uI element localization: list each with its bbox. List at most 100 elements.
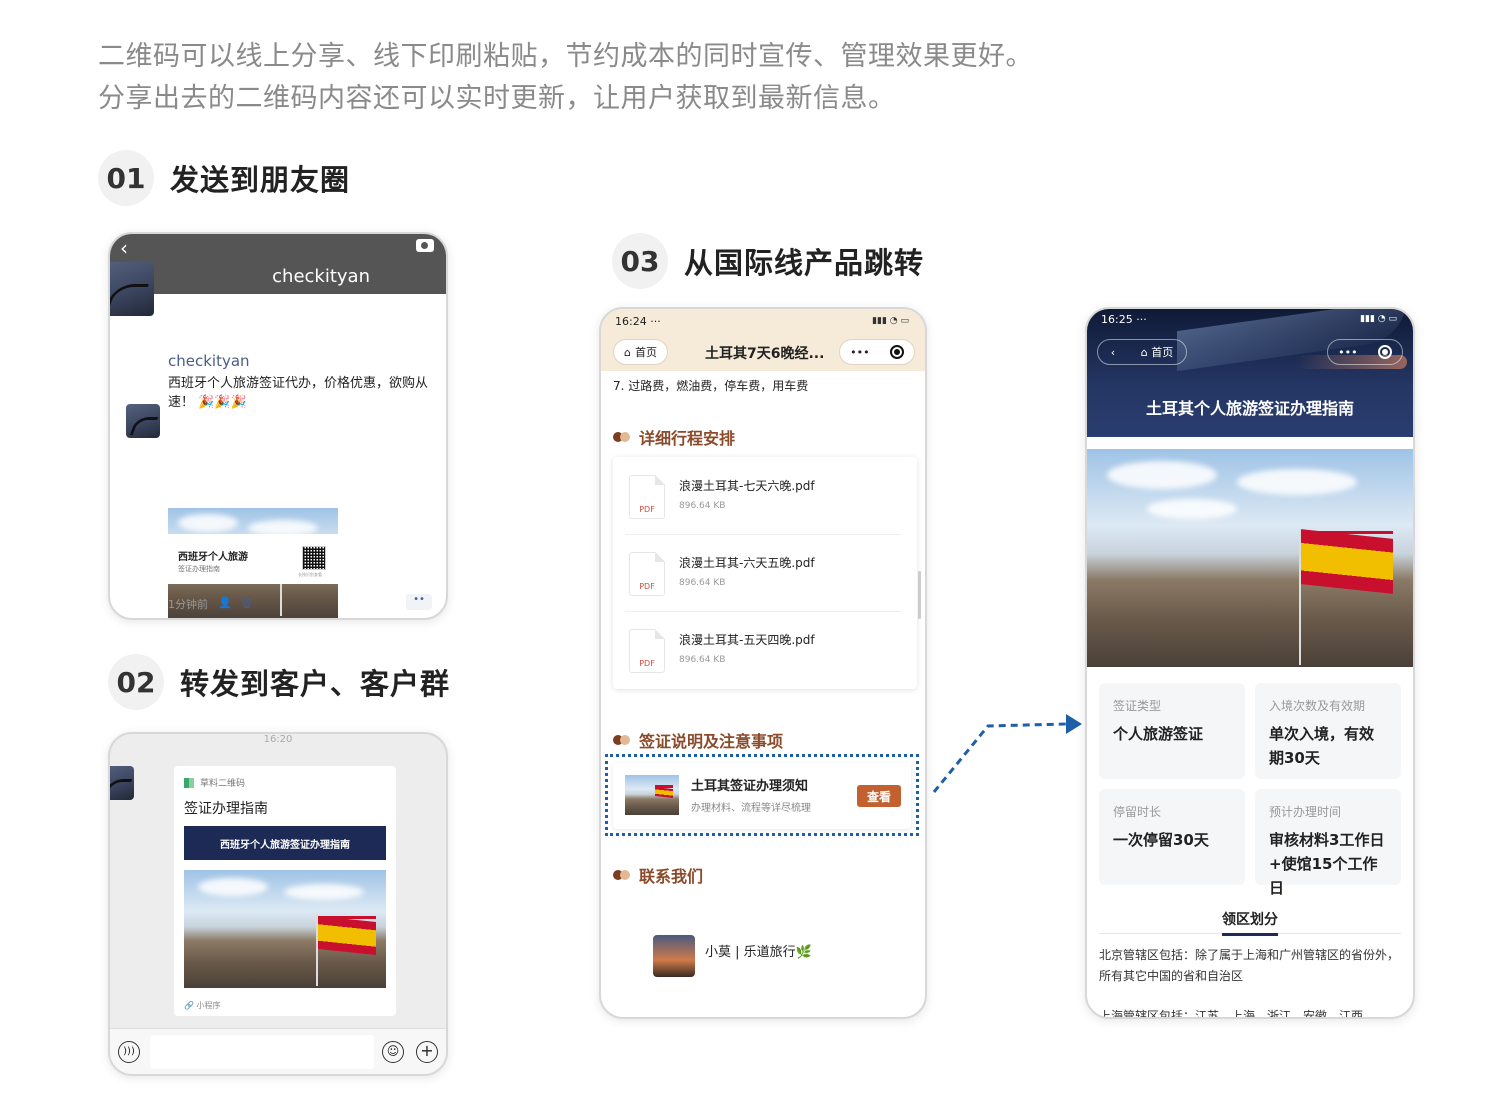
card-source-name: 草料二维码 [200,779,246,789]
pdf-icon: PDF [629,475,665,519]
dots-icon [613,432,631,442]
status-icons: ▮▮▮ ◔ ▭ [872,316,909,326]
card-banner: 西班牙个人旅游签证办理指南 [184,826,386,860]
home-button[interactable]: ⌂ 首页 [1141,344,1173,360]
dots-icon [613,735,631,745]
home-icon: ⌂ [624,345,631,359]
info-card-stay: 停留时长 一次停留30天 [1099,789,1245,885]
visa-heading-text: 签证说明及注意事项 [639,732,784,751]
view-button[interactable]: 查看 [857,785,901,807]
home-label: 首页 [1151,346,1174,359]
close-circle-icon[interactable] [889,345,904,359]
post-text: 西班牙个人旅游签证代办，价格优惠，欲购从速！ 🎉🎉🎉 [168,374,434,412]
card-subtitle: 签证办理指南 [178,565,220,573]
scrollbar[interactable] [918,571,921,619]
post-card: 西班牙个人旅游 签证办理指南 长按识别查看 [168,534,338,584]
visa-heading: 签证说明及注意事项 [613,728,783,752]
delete-icon[interactable]: 🗑 [240,596,254,609]
close-circle-icon[interactable] [1377,345,1392,359]
home-label: 首页 [634,346,657,359]
contact-avatar[interactable] [653,935,695,977]
card-title: 签证办理指南 [184,801,268,817]
section-03: 03 从国际线产品跳转 [612,233,924,289]
mini-program-card[interactable]: 草料二维码 签证办理指南 西班牙个人旅游签证办理指南 🔗 小程序 [174,766,396,1016]
section-number: 03 [612,233,668,289]
section-number: 01 [98,150,154,206]
file-size: 896.64 KB [679,578,726,588]
jurisdiction-text-2: 上海管辖区包括：江苏、上海、浙江、安徽、江西 [1099,1009,1364,1019]
chat-screen: 16:20 草料二维码 签证办理指南 西班牙个人旅游签证办理指南 🔗 小程序 )… [108,732,448,1076]
card-image [184,870,386,988]
post-username[interactable]: checkityan [168,352,250,370]
visa-guide-screen: 16:25 ··· ▮▮▮ ◔ ▭ ‹ ⌂ 首页 ••• 土耳其个人旅游签证办理… [1085,307,1415,1019]
info-card-entries: 入境次数及有效期 单次入境，有效期30天 [1255,683,1401,779]
qr-code[interactable] [302,546,326,570]
home-button[interactable]: ⌂ 首页 [613,339,668,365]
qr-caption: 长按识别查看 [298,572,322,577]
itinerary-heading-text: 详细行程安排 [639,429,736,448]
card-footer: 🔗 小程序 [184,1000,221,1011]
status-time: 16:24 ··· [615,315,661,328]
section-01: 01 发送到朋友圈 [98,150,350,206]
file-item[interactable]: PDF 浪漫土耳其-七天六晚.pdf 896.64 KB [625,471,901,535]
guide-image [1087,449,1413,667]
post-avatar[interactable] [126,404,160,438]
more-icon[interactable]: ••• [850,346,869,359]
itinerary-heading: 详细行程安排 [613,425,735,449]
capsule-menu: ••• [1327,339,1403,365]
status-dots: ··· [1136,313,1147,326]
emoji-icon[interactable]: ☺ [382,1041,404,1063]
file-list: PDF 浪漫土耳其-七天六晚.pdf 896.64 KB PDF 浪漫土耳其-六… [613,457,917,689]
file-size: 896.64 KB [679,655,726,665]
home-icon: ⌂ [1140,346,1148,359]
more-button[interactable]: •• [406,594,432,610]
info-card-processing: 预计办理时间 审核材料3工作日+使馆15个工作日 [1255,789,1401,897]
intro-line-2: 分享出去的二维码内容还可以实时更新，让用户获取到最新信息。 [98,83,896,114]
contact-heading-text: 联系我们 [639,867,704,886]
chat-avatar[interactable] [110,766,134,800]
qr-logo-icon [184,777,194,788]
visa-card[interactable]: 土耳其签证办理须知 办理材料、流程等详尽梳理 查看 [613,763,911,829]
back-icon[interactable]: ‹ [120,236,128,260]
post-time: 1分钟前 [168,598,208,611]
plus-icon[interactable]: + [416,1041,438,1063]
visa-subtitle: 办理材料、流程等详尽梳理 [691,803,811,814]
file-name: 浪漫土耳其-五天四晚.pdf [679,633,815,647]
visibility-icon[interactable]: 👤 [218,596,232,609]
intro-line-1: 二维码可以线上分享、线下印刷粘贴，节约成本的同时宣传、管理效果更好。 [98,41,1033,72]
tab-label: 领区划分 [1222,912,1278,936]
info-key: 签证类型 [1113,699,1162,713]
info-card-visa-type: 签证类型 个人旅游签证 [1099,683,1245,779]
chat-input-bar: ))) ☺ + [110,1028,446,1074]
camera-icon[interactable] [416,239,434,252]
section-title: 发送到朋友圈 [170,163,351,197]
file-item[interactable]: PDF 浪漫土耳其-六天五晚.pdf 896.64 KB [625,548,901,612]
info-value: 个人旅游签证 [1113,725,1204,743]
card-source: 草料二维码 [184,776,245,789]
info-key: 入境次数及有效期 [1269,699,1366,713]
info-value: 审核材料3工作日+使馆15个工作日 [1269,831,1385,897]
tab-jurisdiction[interactable]: 领区划分 [1087,909,1413,936]
contact-heading: 联系我们 [613,863,703,887]
voice-icon[interactable]: ))) [118,1041,140,1063]
info-value: 单次入境，有效期30天 [1269,725,1375,767]
contact-name[interactable]: 小莫 | 乐道旅行🌿 [705,941,812,960]
cover-username: checkityan [272,266,370,287]
cover-avatar[interactable] [110,262,154,316]
info-key: 预计办理时间 [1269,805,1342,819]
visa-thumb [625,775,679,815]
section-02: 02 转发到客户、客户群 [108,654,450,710]
status-dots: ··· [650,315,661,328]
more-icon[interactable]: ••• [1338,346,1357,359]
file-item[interactable]: PDF 浪漫土耳其-五天四晚.pdf 896.64 KB [625,625,901,681]
chat-time: 16:20 [263,734,293,745]
back-icon[interactable]: ‹ [1111,346,1115,359]
party-icon: 🎉🎉🎉 [198,395,247,410]
fee-line: 7. 过路费，燃油费，停车费，用车费 [613,379,809,393]
link-icon: 🔗 [184,1001,194,1010]
section-title: 从国际线产品跳转 [684,246,925,280]
status-time-text: 16:24 [615,315,647,328]
message-input[interactable] [150,1035,374,1069]
page-title: 土耳其7天6晚经... [705,346,825,362]
card-footer-text: 小程序 [196,1001,221,1010]
